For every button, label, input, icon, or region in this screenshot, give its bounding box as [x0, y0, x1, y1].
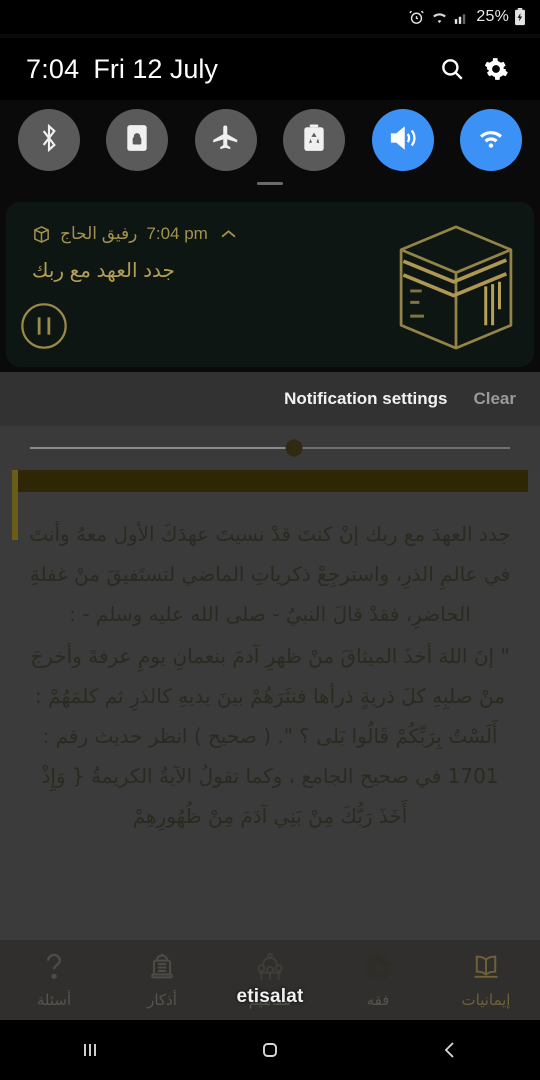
airplane-icon: [211, 123, 241, 158]
toggle-sound[interactable]: [371, 109, 434, 171]
mosque-icon: [254, 952, 286, 987]
alarm-icon: [408, 9, 425, 26]
article-text: جدد العهدَ مع ربك إنْ كنتَ قدْ نسيتَ عهد…: [0, 514, 540, 838]
app-bottom-nav: أسئلة أذكار مفاهيم etisalat فقه إيمانيات: [0, 940, 540, 1020]
system-navigation-bar: [0, 1020, 540, 1080]
wifi-icon: [430, 9, 449, 26]
lantern-icon: [147, 952, 177, 987]
quick-panel-header: 7:04 Fri 12 July: [0, 38, 540, 100]
article-paragraph: جدد العهدَ مع ربك إنْ كنتَ قدْ نسيتَ عهد…: [29, 522, 511, 626]
toggle-airplane-mode[interactable]: [194, 109, 257, 171]
notification-title: جدد العهد مع ربك: [32, 260, 175, 282]
toggle-power-saving[interactable]: [283, 109, 346, 171]
article-paragraph: " إنَ اللهَ أخذَ الميثاقَ منْ ظهرِ آدمَ …: [30, 644, 510, 828]
volume-icon: [388, 124, 418, 157]
pause-icon[interactable]: [18, 300, 70, 357]
back-icon[interactable]: [360, 1038, 540, 1062]
notification-settings-button[interactable]: Notification settings: [284, 389, 447, 409]
wifi-icon: [476, 125, 506, 156]
panel-time: 7:04: [26, 53, 80, 84]
battery-percent-label: 25%: [476, 8, 509, 25]
kaaba-illustration: [386, 220, 526, 355]
status-bar: 25%: [0, 0, 540, 34]
notification-time: 7:04 pm: [146, 224, 208, 243]
nav-label: إيمانيات: [461, 990, 511, 1009]
notification-header: رفيق الحاج 7:04 pm: [32, 224, 236, 244]
kaaba-icon: [32, 225, 51, 244]
home-icon[interactable]: [180, 1038, 360, 1062]
rotation-lock-icon: [124, 124, 150, 157]
chevron-up-icon[interactable]: [221, 226, 236, 243]
bluetooth-icon: [36, 123, 62, 158]
geometric-star-icon: [363, 951, 393, 987]
notification-app-name: رفيق الحاج: [60, 224, 138, 243]
toggle-auto-rotate-lock[interactable]: [106, 109, 169, 171]
battery-charging-icon: [514, 8, 526, 26]
carrier-overlay-label: etisalat: [236, 985, 304, 1007]
nav-item-imaniyat[interactable]: إيمانيات: [432, 952, 540, 1009]
nav-item-asila[interactable]: أسئلة: [0, 952, 108, 1009]
recents-icon[interactable]: [0, 1038, 180, 1062]
phone-screen: 25% 7:04 Fri 12 July رفيق الحاج 7:04 pm …: [0, 0, 540, 1080]
brightness-slider-row: [0, 426, 540, 470]
panel-date: Fri 12 July: [93, 53, 218, 84]
brightness-slider[interactable]: [30, 439, 510, 457]
content-accent-bar: [12, 470, 528, 492]
nav-label: أسئلة: [36, 990, 72, 1009]
quick-settings-toggles: [0, 104, 540, 176]
toggle-wifi[interactable]: [459, 109, 522, 171]
power-saving-icon: [302, 124, 326, 157]
nav-item-fiqh[interactable]: فقه: [324, 951, 432, 1009]
toggle-bluetooth[interactable]: [18, 109, 80, 171]
search-icon[interactable]: [430, 47, 474, 91]
app-content-area: جدد العهدَ مع ربك إنْ كنتَ قدْ نسيتَ عهد…: [0, 470, 540, 940]
gear-icon[interactable]: [474, 47, 518, 91]
open-book-icon: [471, 952, 501, 987]
notification-footer: Notification settings Clear: [0, 372, 540, 426]
clear-notifications-button[interactable]: Clear: [473, 389, 516, 409]
nav-item-mafahim[interactable]: مفاهيم etisalat: [216, 952, 324, 1009]
brightness-fill: [30, 447, 294, 449]
nav-label: أذكار: [147, 990, 177, 1009]
panel-drag-handle[interactable]: [257, 182, 283, 185]
notification-card[interactable]: رفيق الحاج 7:04 pm جدد العهد مع ربك: [6, 202, 534, 367]
nav-item-azkar[interactable]: أذكار: [108, 952, 216, 1009]
brightness-thumb[interactable]: [285, 439, 303, 457]
question-mark-icon: [41, 952, 67, 987]
signal-icon: [454, 10, 470, 25]
nav-label: فقه: [366, 990, 390, 1009]
